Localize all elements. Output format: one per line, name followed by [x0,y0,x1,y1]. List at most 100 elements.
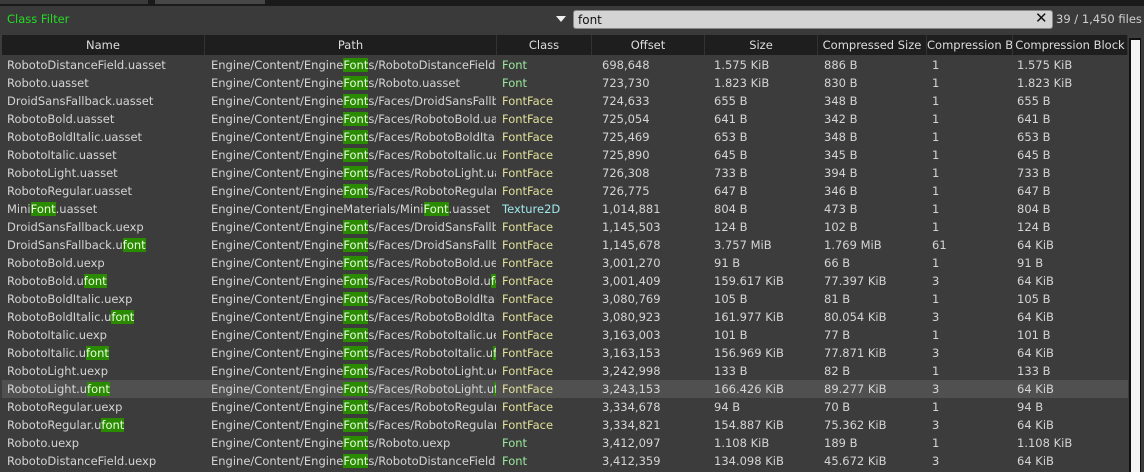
table-row[interactable]: RobotoBoldItalic.uasset Engine/Content/En… [2,128,1128,146]
scrollbar-thumb[interactable] [1131,40,1140,472]
column-header-offset[interactable]: Offset [592,35,705,55]
table-row[interactable]: RobotoLight.uexp Engine/Content/EngineFon… [2,362,1128,380]
cell-size: 161.977 KiB [714,310,784,324]
table-row[interactable]: RobotoRegular.uexp Engine/Content/EngineF… [2,398,1128,416]
cell-class: FontFace [502,292,554,306]
cell-name: RobotoItalic.uexp [7,328,107,342]
search-match-highlight: Font [343,184,369,198]
clear-search-icon[interactable]: ✕ [1035,9,1048,27]
table-row[interactable]: MiniFont.uasset Engine/Content/EngineMate… [2,200,1128,218]
table-row[interactable]: Roboto.uexp Engine/Content/EngineFonts/Ro… [2,434,1128,452]
search-match-highlight: Font [343,76,369,90]
table-row[interactable]: RobotoLight.ufont Engine/Content/EngineFo… [2,380,1128,398]
cell-compression-blocks: 1 [932,220,940,234]
table-row[interactable]: RobotoLight.uasset Engine/Content/EngineF… [2,164,1128,182]
table-row[interactable]: Roboto.uasset Engine/Content/EngineFonts/… [2,74,1128,92]
table-row[interactable]: RobotoBoldItalic.uexp Engine/Content/Engi… [2,290,1128,308]
table-row[interactable]: RobotoBold.ufont Engine/Content/EngineFon… [2,272,1128,290]
search-match-highlight: Font [343,220,369,234]
table-row[interactable]: DroidSansFallback.ufont Engine/Content/En… [2,236,1128,254]
cell-compression-blocks: 1 [932,202,940,216]
cell-size: 156.969 KiB [714,346,784,360]
cell-compression-block-size: 91 B [1017,256,1044,270]
cell-compression-block-size: 124 B [1017,220,1051,234]
cell-offset: 726,308 [602,166,650,180]
cell-compressed-size: 345 B [824,148,858,162]
column-header-compressed-size[interactable]: Compressed Size [818,35,927,55]
cell-offset: 3,001,409 [602,274,661,288]
table-row[interactable]: RobotoBold.uexp Engine/Content/EngineFont… [2,254,1128,272]
column-header-class[interactable]: Class [497,35,592,55]
cell-class: Font [502,436,528,450]
cell-size: 1.108 KiB [714,436,770,450]
cell-size: 645 B [714,148,748,162]
cell-compressed-size: 348 B [824,130,858,144]
cell-path: Engine/Content/EngineFonts/Faces/RobotoL… [211,380,496,398]
table-row[interactable]: RobotoDistanceField.uasset Engine/Content… [2,56,1128,74]
cell-compression-blocks: 1 [932,58,940,72]
cell-name: RobotoDistanceField.uasset [7,58,166,72]
tab[interactable] [0,0,148,4]
cell-class: FontFace [502,346,554,360]
table-row[interactable]: RobotoRegular.uasset Engine/Content/Engin… [2,182,1128,200]
search-match-highlight: font [122,238,146,252]
search-match-highlight: Font [343,436,369,450]
column-header-name[interactable]: Name [2,35,205,55]
cell-path: Engine/Content/EngineFonts/Faces/RobotoB… [211,292,496,306]
search-match-highlight: font [101,418,125,432]
cell-path: Engine/Content/EngineFonts/Faces/RobotoL… [211,166,496,180]
tab-active[interactable] [155,0,265,4]
table-row[interactable]: RobotoDistanceField.uexp Engine/Content/E… [2,452,1128,470]
cell-compression-blocks: 1 [932,130,940,144]
table-row[interactable]: RobotoBold.uasset Engine/Content/EngineFo… [2,110,1128,128]
cell-class: FontFace [502,166,554,180]
cell-path: Engine/Content/EngineFonts/Faces/RobotoR… [211,416,496,434]
table-row[interactable]: DroidSansFallback.uasset Engine/Content/E… [2,92,1128,110]
table-row[interactable]: DroidSansFallback.uexp Engine/Content/Eng… [2,218,1128,236]
cell-size: 166.426 KiB [714,382,784,396]
cell-offset: 698,648 [602,58,650,72]
dropdown-arrow-icon[interactable] [556,16,566,22]
cell-size: 124 B [714,220,748,234]
search-match-highlight: font [494,382,496,396]
search-match-highlight: Font [343,94,369,108]
cell-compression-block-size: 641 B [1017,112,1051,126]
cell-compression-block-size: 64 KiB [1017,238,1054,252]
table-row[interactable]: RobotoItalic.ufont Engine/Content/EngineF… [2,344,1128,362]
file-count: 39 / 1,450 files [1056,12,1142,26]
cell-name: DroidSansFallback.ufont [7,238,146,252]
cell-compression-blocks: 3 [932,274,940,288]
cell-offset: 3,334,678 [602,400,661,414]
cell-compression-blocks: 1 [932,166,940,180]
search-match-highlight: font [493,346,496,360]
table-row[interactable]: RobotoItalic.uasset Engine/Content/Engine… [2,146,1128,164]
column-header-compression-blocks[interactable]: Compression B [927,35,1013,55]
cell-compression-block-size: 1.823 KiB [1017,76,1073,90]
column-header-path[interactable]: Path [205,35,497,55]
search-input[interactable] [573,10,1053,29]
table-row[interactable]: RobotoRegular.ufont Engine/Content/Engine… [2,416,1128,434]
cell-compressed-size: 830 B [824,76,858,90]
cell-compression-blocks: 1 [932,400,940,414]
cell-size: 804 B [714,202,748,216]
cell-compressed-size: 70 B [824,400,851,414]
cell-offset: 724,633 [602,94,650,108]
cell-compression-blocks: 3 [932,346,940,360]
cell-compression-block-size: 64 KiB [1017,382,1054,396]
cell-compression-block-size: 653 B [1017,130,1051,144]
cell-compression-block-size: 647 B [1017,184,1051,198]
search-match-highlight: Font [343,346,369,360]
cell-size: 134.098 KiB [714,454,784,468]
cell-path: Engine/Content/EngineFonts/Faces/DroidSa… [211,220,496,234]
column-header-size[interactable]: Size [705,35,818,55]
cell-path: Engine/Content/EngineFonts/Faces/RobotoI… [211,148,496,162]
cell-offset: 726,775 [602,184,650,198]
cell-compression-block-size: 101 B [1017,328,1051,342]
column-header-compression-block-size[interactable]: Compression Block [1013,35,1128,55]
table-row[interactable]: RobotoBoldItalic.ufont Engine/Content/Eng… [2,308,1128,326]
table-row[interactable]: RobotoItalic.uexp Engine/Content/EngineFo… [2,326,1128,344]
cell-offset: 723,730 [602,76,650,90]
class-filter-button[interactable]: Class Filter [7,12,69,26]
cell-path: Engine/Content/EngineFonts/Faces/RobotoI… [211,344,496,362]
cell-name: RobotoBold.uasset [7,112,115,126]
